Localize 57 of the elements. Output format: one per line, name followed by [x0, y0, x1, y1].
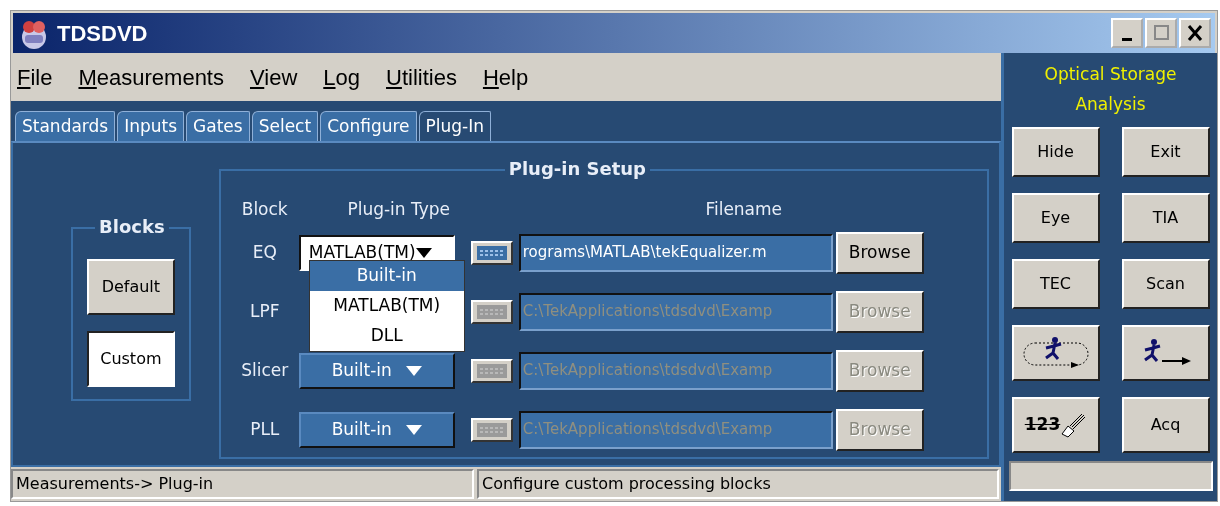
menu-item[interactable]: Help — [482, 60, 529, 94]
tab[interactable]: Select — [251, 111, 319, 141]
browse-button[interactable]: Browse — [835, 231, 924, 274]
menu-item[interactable]: Measurements — [78, 60, 224, 94]
dropdown-option[interactable]: Built-in — [309, 261, 464, 291]
block-label: EQ — [252, 241, 277, 262]
column-header: Plug-in Type — [347, 199, 451, 219]
run-loop-button[interactable] — [1011, 325, 1100, 381]
column-header: Block — [241, 199, 288, 219]
status-text: Configure custom processing blocks — [477, 469, 999, 499]
maximize-icon — [1152, 24, 1170, 42]
keypad-icon — [476, 304, 507, 319]
mode-button[interactable]: Custom — [86, 331, 175, 387]
panel-button[interactable]: Scan — [1121, 259, 1210, 309]
panel-title: Optical Storage Analysis — [1043, 63, 1178, 116]
panel-button[interactable]: Eye — [1011, 193, 1100, 243]
close-button[interactable] — [1179, 18, 1211, 48]
panel-button[interactable]: TIA — [1121, 193, 1210, 243]
caret-icon — [415, 247, 432, 258]
eraser-icon — [1060, 412, 1087, 438]
menu-item[interactable]: File — [17, 60, 53, 94]
keypad-icon — [476, 363, 507, 378]
group-title: Plug-in Setup — [504, 158, 650, 180]
window-title: TDSDVD — [57, 19, 149, 48]
caret-icon — [405, 424, 422, 435]
tab[interactable]: Inputs — [117, 111, 185, 141]
clear-button[interactable]: 123 — [1011, 397, 1100, 453]
panel-button[interactable]: Acq — [1121, 397, 1210, 453]
running-figure-loop-icon — [1020, 335, 1091, 371]
panel-button[interactable]: TEC — [1011, 259, 1100, 309]
block-label: PLL — [250, 418, 280, 439]
button-label: 123 — [1024, 413, 1061, 437]
keypad-icon — [476, 245, 507, 260]
menu-item[interactable]: Log — [323, 60, 360, 94]
panel-button[interactable]: Exit — [1121, 127, 1210, 177]
panel-button[interactable]: Hide — [1011, 127, 1100, 177]
dropdown-option[interactable]: MATLAB(TM) — [309, 291, 464, 321]
status-text: Measurements-> Plug-in — [11, 469, 474, 499]
mode-button[interactable]: Default — [86, 259, 175, 315]
tab[interactable]: Standards — [15, 111, 116, 141]
minimize-button[interactable] — [1111, 18, 1143, 48]
filename-field[interactable]: rograms\MATLAB\tekEqualizer.m — [518, 233, 833, 272]
tab[interactable]: Gates — [186, 111, 250, 141]
minimize-icon — [1122, 37, 1132, 41]
column-header: Filename — [705, 199, 783, 219]
dropdown-option[interactable]: DLL — [309, 321, 464, 351]
block-label: LPF — [249, 300, 280, 321]
menu-item[interactable]: View — [250, 60, 298, 94]
keypad-icon — [476, 422, 507, 437]
menu-item[interactable]: Utilities — [386, 60, 457, 94]
picker-button[interactable] — [470, 240, 513, 265]
run-once-button[interactable] — [1121, 325, 1210, 381]
tab[interactable]: Configure — [320, 111, 417, 141]
block-label: Slicer — [241, 359, 289, 380]
close-icon — [1186, 24, 1204, 42]
caret-icon — [405, 365, 422, 376]
tab[interactable]: Plug-In — [418, 111, 491, 141]
